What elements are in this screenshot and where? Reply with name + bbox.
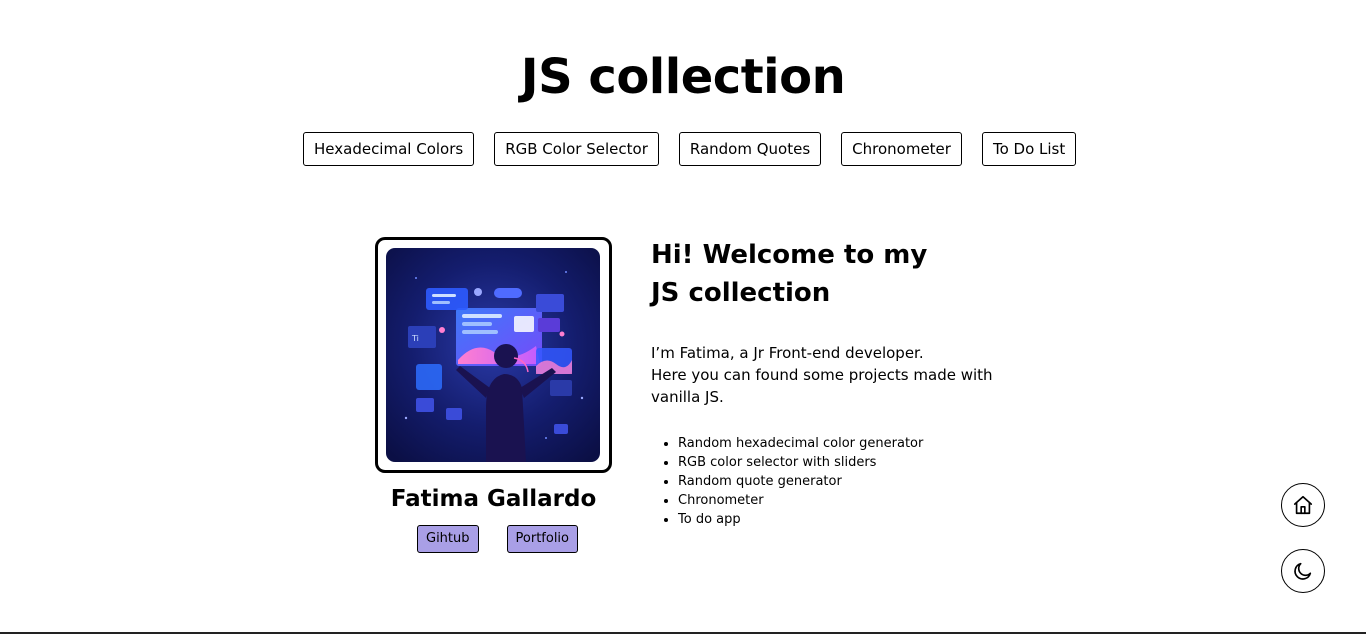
- profile-photo-frame: Ti: [375, 237, 612, 473]
- feature-item: Random hexadecimal color generator: [678, 434, 1011, 453]
- feature-list: Random hexadecimal color generator RGB c…: [651, 434, 1011, 529]
- page-title: JS collection: [520, 49, 846, 105]
- welcome-heading: Hi! Welcome to my JS collection: [651, 236, 1011, 312]
- profile-links: Gihtub Portfolio: [417, 525, 578, 553]
- intro-section: Hi! Welcome to my JS collection I’m Fati…: [651, 236, 1011, 529]
- intro-description: I’m Fatima, a Jr Front-end developer. He…: [651, 342, 1011, 408]
- github-button[interactable]: Gihtub: [417, 525, 479, 553]
- page: JS collection Hexadecimal Colors RGB Col…: [0, 0, 1366, 634]
- home-button[interactable]: [1281, 483, 1325, 527]
- profile-card: Ti Fatima Gallardo Gihtub Portfolio: [375, 237, 612, 553]
- welcome-heading-line: JS collection: [651, 278, 831, 308]
- nav-hexadecimal-colors-button[interactable]: Hexadecimal Colors: [303, 132, 475, 166]
- profile-name: Fatima Gallardo: [390, 486, 597, 512]
- profile-illustration: Ti: [386, 248, 600, 462]
- portfolio-button[interactable]: Portfolio: [506, 525, 578, 553]
- nav-to-do-list-button[interactable]: To Do List: [981, 132, 1077, 166]
- welcome-heading-line: Hi! Welcome to my: [651, 240, 928, 270]
- description-line: Here you can found some projects made wi…: [651, 366, 993, 384]
- description-line: vanilla JS.: [651, 388, 724, 406]
- moon-icon: [1294, 562, 1312, 580]
- nav-rgb-color-selector-button[interactable]: RGB Color Selector: [494, 132, 659, 166]
- dark-mode-toggle[interactable]: [1281, 549, 1325, 593]
- home-icon: [1293, 495, 1313, 515]
- nav-chronometer-button[interactable]: Chronometer: [841, 132, 962, 166]
- feature-item: Chronometer: [678, 491, 1011, 510]
- feature-item: Random quote generator: [678, 472, 1011, 491]
- project-nav: Hexadecimal Colors RGB Color Selector Ra…: [303, 132, 1077, 166]
- feature-item: To do app: [678, 510, 1011, 529]
- feature-item: RGB color selector with sliders: [678, 453, 1011, 472]
- svg-text:Ti: Ti: [411, 334, 419, 343]
- nav-random-quotes-button[interactable]: Random Quotes: [678, 132, 822, 166]
- description-line: I’m Fatima, a Jr Front-end developer.: [651, 344, 924, 362]
